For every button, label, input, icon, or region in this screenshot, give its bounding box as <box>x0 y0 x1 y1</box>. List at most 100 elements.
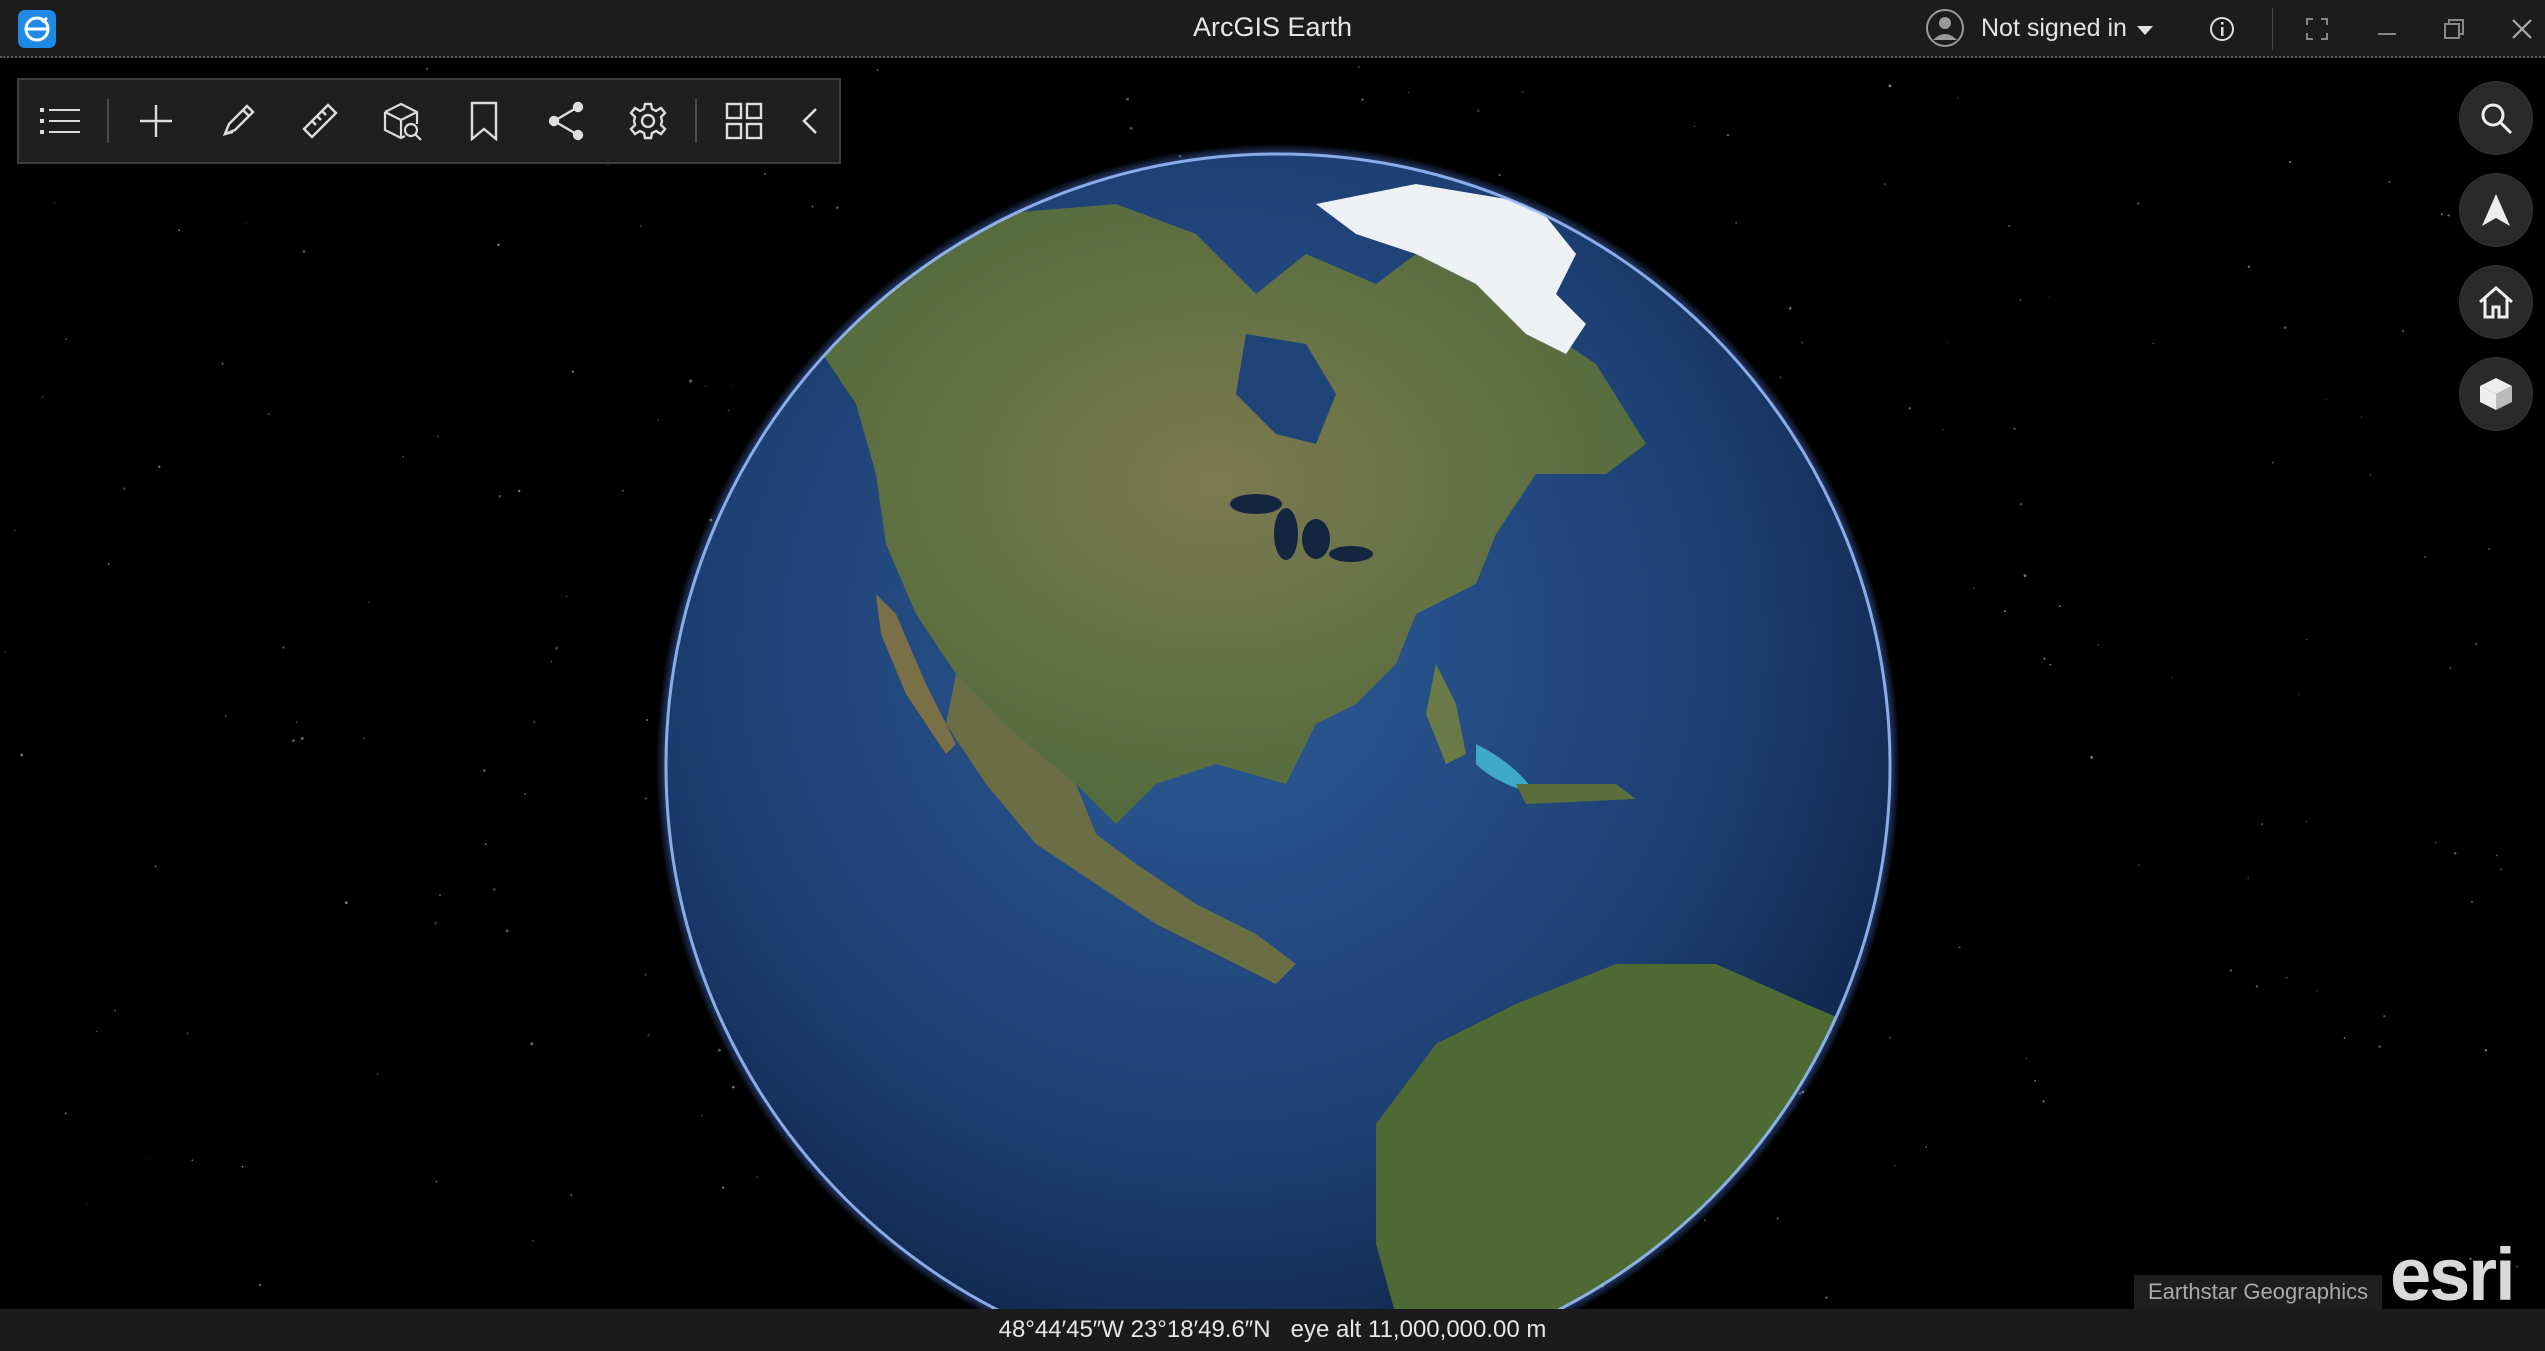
star <box>2316 990 2318 992</box>
star <box>1361 98 1364 101</box>
collapse-toolbar-button[interactable] <box>785 80 835 162</box>
star <box>1908 407 1911 410</box>
star <box>258 1283 262 1287</box>
star <box>2261 823 2264 825</box>
esri-logo: esri <box>2390 1233 2516 1316</box>
add-button[interactable] <box>115 80 197 162</box>
star <box>497 243 500 247</box>
add-icon <box>140 105 172 137</box>
star <box>2170 676 2173 679</box>
restore-button[interactable] <box>2433 8 2475 50</box>
star <box>2043 657 2046 660</box>
search-icon <box>2481 103 2513 135</box>
measure-icon <box>302 103 338 139</box>
menu-list-icon <box>40 108 80 134</box>
star <box>2447 214 2450 217</box>
star <box>1925 1146 1928 1148</box>
draw-button[interactable] <box>197 80 279 162</box>
star <box>2369 474 2372 476</box>
draw-icon <box>222 104 255 137</box>
star <box>148 1157 150 1159</box>
star <box>221 362 224 365</box>
fullscreen-button[interactable] <box>2296 8 2338 50</box>
close-button[interactable] <box>2501 8 2543 50</box>
star <box>2360 416 2363 419</box>
divider <box>107 99 109 143</box>
star <box>186 1032 189 1035</box>
account-menu[interactable]: Not signed in <box>1925 6 2153 50</box>
star <box>2049 663 2052 666</box>
star <box>2247 265 2250 268</box>
star <box>1888 84 1892 88</box>
star <box>114 1009 116 1012</box>
3d-view-icon <box>2480 378 2512 410</box>
star <box>367 601 370 604</box>
star <box>2023 574 2027 578</box>
star <box>282 646 285 649</box>
star <box>362 737 365 740</box>
star <box>1357 65 1361 69</box>
info-button[interactable] <box>2201 8 2243 50</box>
star <box>344 901 348 905</box>
star <box>2440 213 2444 216</box>
home-button[interactable] <box>2460 266 2532 338</box>
star <box>571 370 574 373</box>
star <box>2019 298 2022 302</box>
map-view[interactable] <box>0 60 2545 1309</box>
chevron-down-icon <box>2136 25 2153 35</box>
star <box>191 1159 194 1162</box>
measure-button[interactable] <box>279 80 361 162</box>
star <box>569 1193 573 1197</box>
star <box>530 1042 534 1046</box>
star <box>639 224 643 228</box>
star <box>2283 326 2287 330</box>
star <box>2019 503 2023 506</box>
settings-button[interactable] <box>607 80 689 162</box>
star <box>53 202 56 204</box>
main-toolbar <box>17 78 841 164</box>
star <box>645 718 649 722</box>
star <box>647 1033 650 1037</box>
apps-button[interactable] <box>703 80 785 162</box>
star <box>2097 644 2099 646</box>
star <box>2495 854 2498 857</box>
3d-view-button[interactable] <box>2460 358 2532 430</box>
menu-button[interactable] <box>19 80 101 162</box>
bookmark-button[interactable] <box>443 80 525 162</box>
star <box>1946 340 1948 343</box>
bookmark-icon <box>470 101 498 141</box>
globe[interactable] <box>656 144 1900 1309</box>
star <box>484 843 487 846</box>
star <box>267 412 271 416</box>
analysis-icon <box>383 102 422 141</box>
title-bar: ArcGIS Earth Not signed in <box>0 0 2545 58</box>
star <box>434 921 438 925</box>
analysis-button[interactable] <box>361 80 443 162</box>
star <box>13 529 16 532</box>
star <box>2434 842 2437 844</box>
star <box>2488 548 2490 550</box>
info-icon <box>2210 17 2234 41</box>
star <box>621 489 624 492</box>
star <box>2298 694 2300 696</box>
share-button[interactable] <box>525 80 607 162</box>
star <box>2047 295 2049 297</box>
star <box>224 714 227 717</box>
share-icon <box>548 101 584 141</box>
star <box>300 736 304 740</box>
minimize-button[interactable] <box>2366 8 2408 50</box>
star <box>302 250 306 253</box>
coordinates-readout: 48°44′45″W 23°18′49.6″N <box>998 1316 1271 1343</box>
star <box>1973 587 1975 590</box>
compass-button[interactable] <box>2460 174 2532 246</box>
home-icon <box>2479 286 2513 319</box>
star <box>2003 609 2007 613</box>
arcgis-earth-logo-icon[interactable] <box>18 10 56 48</box>
star <box>1476 109 1480 113</box>
eye-altitude-readout: eye alt 11,000,000.00 m <box>1290 1316 1547 1343</box>
restore-icon <box>2444 19 2464 39</box>
star <box>1957 97 1959 99</box>
apps-grid-icon <box>725 102 763 140</box>
search-button[interactable] <box>2460 82 2532 154</box>
star <box>2289 161 2292 164</box>
